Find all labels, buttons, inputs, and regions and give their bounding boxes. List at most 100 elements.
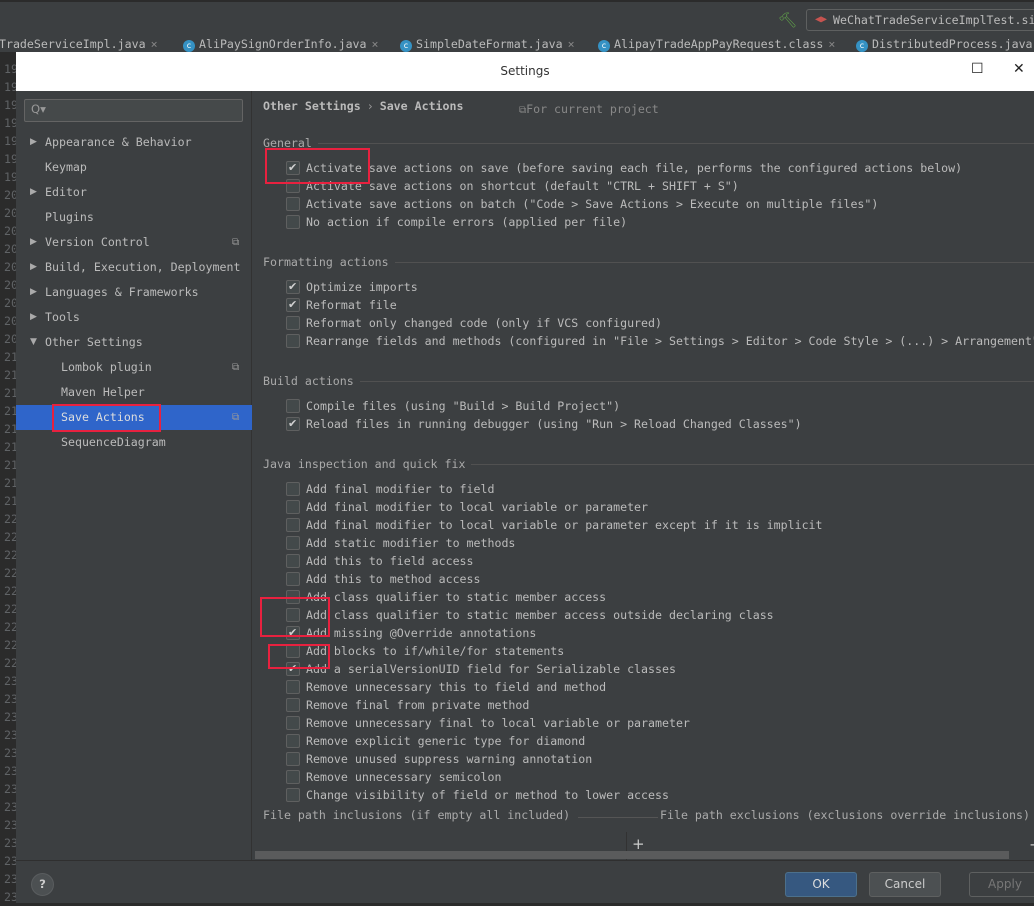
cancel-button[interactable]: Cancel [869,872,941,897]
checkbox[interactable] [286,590,300,604]
sidebar-item[interactable]: ▶ Version Control ⧉ [16,230,252,255]
ok-button[interactable]: OK [785,872,857,897]
checkbox-label: Activate save actions on batch ("Code > … [306,197,879,211]
sidebar-item[interactable]: Plugins [16,205,252,230]
checkbox[interactable] [286,624,300,642]
sidebar-item-label: Maven Helper [61,385,145,399]
checkbox[interactable] [286,660,300,678]
sidebar-item-label: Version Control [45,235,150,249]
sidebar-item[interactable]: ▼ Other Settings [16,330,252,355]
checkbox[interactable] [286,278,300,296]
line-number: 20 [4,314,16,328]
sidebar-item[interactable]: ▶ Languages & Frameworks [16,280,252,305]
run-configuration-select[interactable]: ◀▶ WeChatTradeServiceImplTest.si [806,9,1034,31]
scope-text: For current project [526,102,659,116]
chevron-right-icon[interactable]: ▶ [30,230,37,255]
class-icon: c [598,40,610,52]
checkbox[interactable] [286,500,300,514]
sidebar-item[interactable]: Save Actions ⧉ [16,405,252,430]
checkbox[interactable] [286,608,300,622]
checkbox[interactable] [286,554,300,568]
horizontal-scrollbar[interactable] [255,851,1009,859]
checkbox[interactable] [286,179,300,193]
sidebar-item[interactable]: Lombok plugin ⧉ [16,355,252,380]
ide-toolbar: 🔨︎ ◀▶ WeChatTradeServiceImplTest.si [0,0,1034,35]
checkbox[interactable] [286,788,300,802]
sidebar-item-label: Save Actions [61,410,145,424]
checkbox[interactable] [286,215,300,229]
checkbox[interactable] [286,716,300,730]
maximize-icon[interactable]: ☐ [971,61,984,77]
line-number: 22 [4,602,16,616]
tab-label: SimpleDateFormat.java [416,37,563,51]
editor-tab[interactable]: c SimpleDateFormat.java × [400,37,575,52]
checkbox-label: Add final modifier to local variable or … [306,500,649,514]
editor-tab[interactable]: yTradeServiceImpl.java × [0,37,158,51]
class-icon: c [183,40,195,52]
settings-search-input[interactable]: Q▾ [24,99,243,122]
line-number: 21 [4,494,16,508]
chevron-right-icon[interactable]: ▶ [30,255,37,280]
checkbox[interactable] [286,572,300,586]
checkbox[interactable] [286,752,300,766]
checkbox[interactable] [286,159,300,177]
checkbox[interactable] [286,734,300,748]
tab-label: AlipayTradeAppPayRequest.class [614,37,824,51]
sidebar-item-label: Plugins [45,210,94,224]
sidebar-item[interactable]: ▶ Tools [16,305,252,330]
tab-close-icon[interactable]: × [151,37,158,51]
tab-close-icon[interactable]: × [828,37,835,51]
checkbox-label: Remove final from private method [306,698,530,712]
chevron-down-icon[interactable]: ▼ [30,330,37,355]
editor-tab[interactable]: cDistributedProcess.java× [856,37,1034,52]
section-title: Formatting actions [263,255,389,269]
sidebar-item[interactable]: ▶ Build, Execution, Deployment [16,255,252,280]
checkbox[interactable] [286,698,300,712]
checkbox[interactable] [286,644,300,658]
line-number: 23 [4,890,16,904]
checkbox[interactable] [286,536,300,550]
line-number: 20 [4,278,16,292]
sidebar-item[interactable]: ▶ Editor [16,180,252,205]
help-button[interactable]: ? [31,873,54,896]
sidebar-item[interactable]: Keymap [16,155,252,180]
checkbox-label: Optimize imports [306,280,418,294]
checkbox[interactable] [286,399,300,413]
editor-tabs: yTradeServiceImpl.java × c AliPaySignOrderI… [0,35,1034,52]
checkbox-label: Add this to field access [306,554,474,568]
breadcrumb-parent[interactable]: Other Settings [263,99,361,113]
line-number: 20 [4,188,16,202]
checkbox[interactable] [286,415,300,433]
tab-close-icon[interactable]: × [372,37,379,51]
line-number: 23 [4,836,16,850]
checkbox[interactable] [286,680,300,694]
sidebar-item-label: Editor [45,185,87,199]
checkbox[interactable] [286,296,300,314]
line-number: 22 [4,512,16,526]
editor-tab[interactable]: c AliPaySignOrderInfo.java × [183,37,379,52]
apply-button[interactable]: Apply [969,872,1034,897]
sidebar-item-label: Appearance & Behavior [45,135,192,149]
checkbox[interactable] [286,316,300,330]
chevron-right-icon[interactable]: ▶ [30,180,37,205]
checkbox[interactable] [286,197,300,211]
checkbox[interactable] [286,770,300,784]
editor-tab[interactable]: c AlipayTradeAppPayRequest.class × [598,37,835,52]
checkbox[interactable] [286,334,300,348]
save-actions-panel: Other Settings › Save Actions ⧉For current… [253,91,1034,860]
chevron-right-icon[interactable]: ▶ [30,305,37,330]
checkbox[interactable] [286,482,300,496]
tab-close-icon[interactable]: × [568,37,575,51]
build-hammer-icon[interactable]: 🔨︎ [778,11,797,29]
checkbox-label: Add missing @Override annotations [306,626,537,640]
sidebar-item[interactable]: Maven Helper [16,380,252,405]
sidebar-item[interactable]: ▶ Appearance & Behavior [16,130,252,155]
close-icon[interactable]: ✕ [1013,61,1025,77]
checkbox[interactable] [286,518,300,532]
chevron-right-icon[interactable]: ▶ [30,280,37,305]
remove-button[interactable]: - [1028,835,1034,853]
sidebar-item-label: Tools [45,310,80,324]
sidebar-item[interactable]: SequenceDiagram [16,430,252,455]
chevron-right-icon[interactable]: ▶ [30,130,37,155]
checkbox-label: Reformat file [306,298,397,312]
